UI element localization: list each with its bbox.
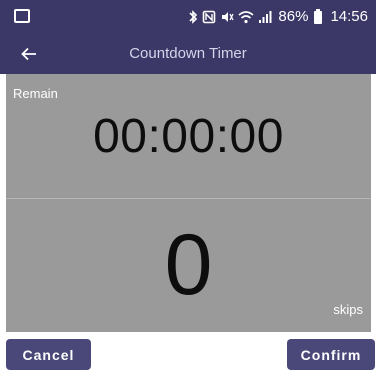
clock: 14:56 <box>330 8 368 25</box>
wifi-icon <box>238 11 254 24</box>
app-bar: Countdown Timer <box>0 34 376 74</box>
skip-count-display: 0 <box>164 217 213 313</box>
page-title: Countdown Timer <box>129 45 247 62</box>
status-bar: 86% 14:56 <box>0 0 376 34</box>
status-right-group: 86% 14:56 <box>188 6 368 28</box>
signal-icon <box>259 11 272 23</box>
image-notification-icon <box>14 9 30 23</box>
battery-icon <box>314 8 323 24</box>
skip-unit-label: skips <box>333 302 363 317</box>
nfc-icon <box>203 10 216 24</box>
timer-panel: Remain 00:00:00 0 skips <box>6 74 371 332</box>
divider <box>6 198 371 199</box>
confirm-button[interactable]: Confirm <box>287 339 375 370</box>
remaining-time-display: 00:00:00 <box>93 110 284 163</box>
remain-label: Remain <box>13 86 58 101</box>
cancel-button[interactable]: Cancel <box>6 339 91 370</box>
bluetooth-icon <box>189 10 198 24</box>
arrow-left-icon[interactable] <box>17 43 41 65</box>
mute-icon <box>222 12 235 22</box>
battery-percent: 86% <box>278 8 309 25</box>
status-icons <box>188 10 272 24</box>
